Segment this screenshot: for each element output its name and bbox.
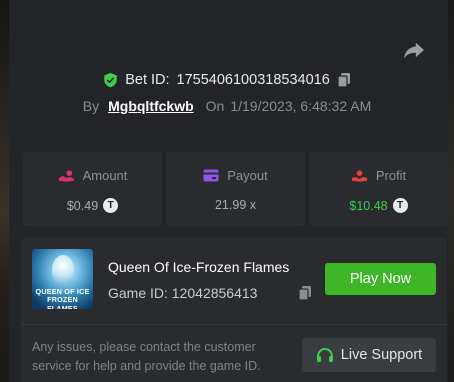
username-link[interactable]: Mgbqltfckwb (108, 98, 194, 114)
profit-card: Profit $10.48 T (309, 152, 448, 226)
background-edge-left (0, 0, 9, 382)
amount-card: Amount $0.49 T (23, 152, 162, 226)
bet-id-label: Bet ID: (125, 72, 170, 88)
live-support-label: Live Support (340, 347, 423, 363)
ice-queen-figure (52, 255, 74, 285)
payout-value: 21.99 x (214, 198, 256, 212)
profit-label: Profit (375, 168, 407, 183)
payout-label: Payout (227, 168, 268, 183)
live-support-button[interactable]: Live Support (302, 338, 436, 372)
thumbnail-title-line2: FROZEN FLAMES (47, 295, 78, 309)
tether-coin-icon: T (103, 198, 119, 213)
bet-id-value: 1755406100318534016 (176, 72, 330, 88)
amount-label: Amount (82, 168, 128, 183)
game-card: QUEEN OF ICE FROZEN FLAMES Queen Of Ice-… (21, 238, 447, 382)
profit-value: $10.48 (349, 198, 388, 213)
by-label: By (82, 98, 100, 114)
game-id: Game ID: 12042856413 (108, 285, 258, 301)
share-icon[interactable] (403, 40, 425, 60)
on-label: On (205, 98, 225, 114)
play-now-button[interactable]: Play Now (325, 263, 436, 295)
card-icon (203, 169, 219, 182)
bet-author-row: By Mgbqltfckwb On 1/19/2023, 6:48:32 AM (0, 98, 454, 114)
hand-coin-icon (58, 169, 74, 182)
support-notice: Any issues, please contact the customer … (32, 340, 261, 373)
amount-value: $0.49 (66, 198, 99, 213)
payout-card: Payout 21.99 x (166, 152, 305, 226)
bet-id-row: Bet ID: 1755406100318534016 (0, 72, 454, 88)
headset-icon (316, 347, 333, 362)
background-edge-right (448, 0, 454, 382)
verified-shield-icon (104, 72, 117, 88)
copy-icon[interactable] (298, 285, 312, 301)
bet-timestamp: 1/19/2023, 6:48:32 AM (230, 98, 372, 114)
divider (21, 324, 447, 325)
profit-hand-icon (351, 169, 367, 182)
copy-icon[interactable] (337, 72, 351, 88)
tether-coin-icon: T (392, 198, 408, 213)
game-name: Queen Of Ice-Frozen Flames (108, 259, 290, 275)
game-thumbnail[interactable]: QUEEN OF ICE FROZEN FLAMES (32, 249, 93, 309)
